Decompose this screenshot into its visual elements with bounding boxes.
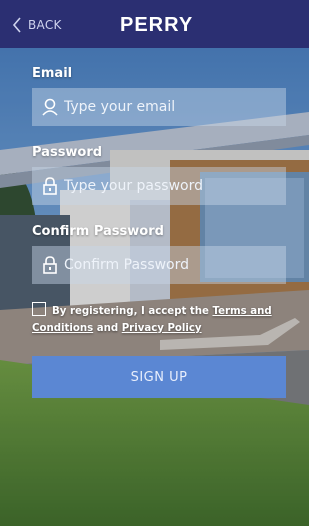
confirm-password-label: Confirm Password [32, 224, 164, 239]
confirm-password-input[interactable] [64, 257, 274, 273]
email-input[interactable] [64, 99, 274, 115]
terms-mid: and [93, 323, 122, 334]
signup-screen: BACK PERRY Email Password Confirm Passwo… [0, 0, 309, 526]
password-label: Password [32, 145, 103, 160]
lock-icon [36, 177, 64, 195]
header-bar: BACK PERRY [0, 0, 309, 48]
back-button[interactable]: BACK [12, 14, 62, 36]
sign-up-button[interactable]: SIGN UP [32, 356, 286, 398]
email-label: Email [32, 66, 73, 81]
terms-text: By registering, I accept the Terms and C… [32, 302, 294, 337]
perry-logo: PERRY [120, 14, 193, 36]
terms-prefix: By registering, I accept the [52, 306, 213, 317]
chevron-left-icon [12, 17, 21, 33]
confirm-password-field[interactable] [32, 246, 286, 284]
password-input[interactable] [64, 178, 274, 194]
user-icon [36, 98, 64, 116]
terms-checkbox[interactable] [32, 302, 46, 316]
privacy-link[interactable]: Privacy Policy [122, 323, 202, 334]
password-field[interactable] [32, 167, 286, 205]
lock-icon [36, 256, 64, 274]
svg-text:PERRY: PERRY [120, 14, 193, 36]
email-field[interactable] [32, 88, 286, 126]
back-label: BACK [28, 18, 62, 32]
